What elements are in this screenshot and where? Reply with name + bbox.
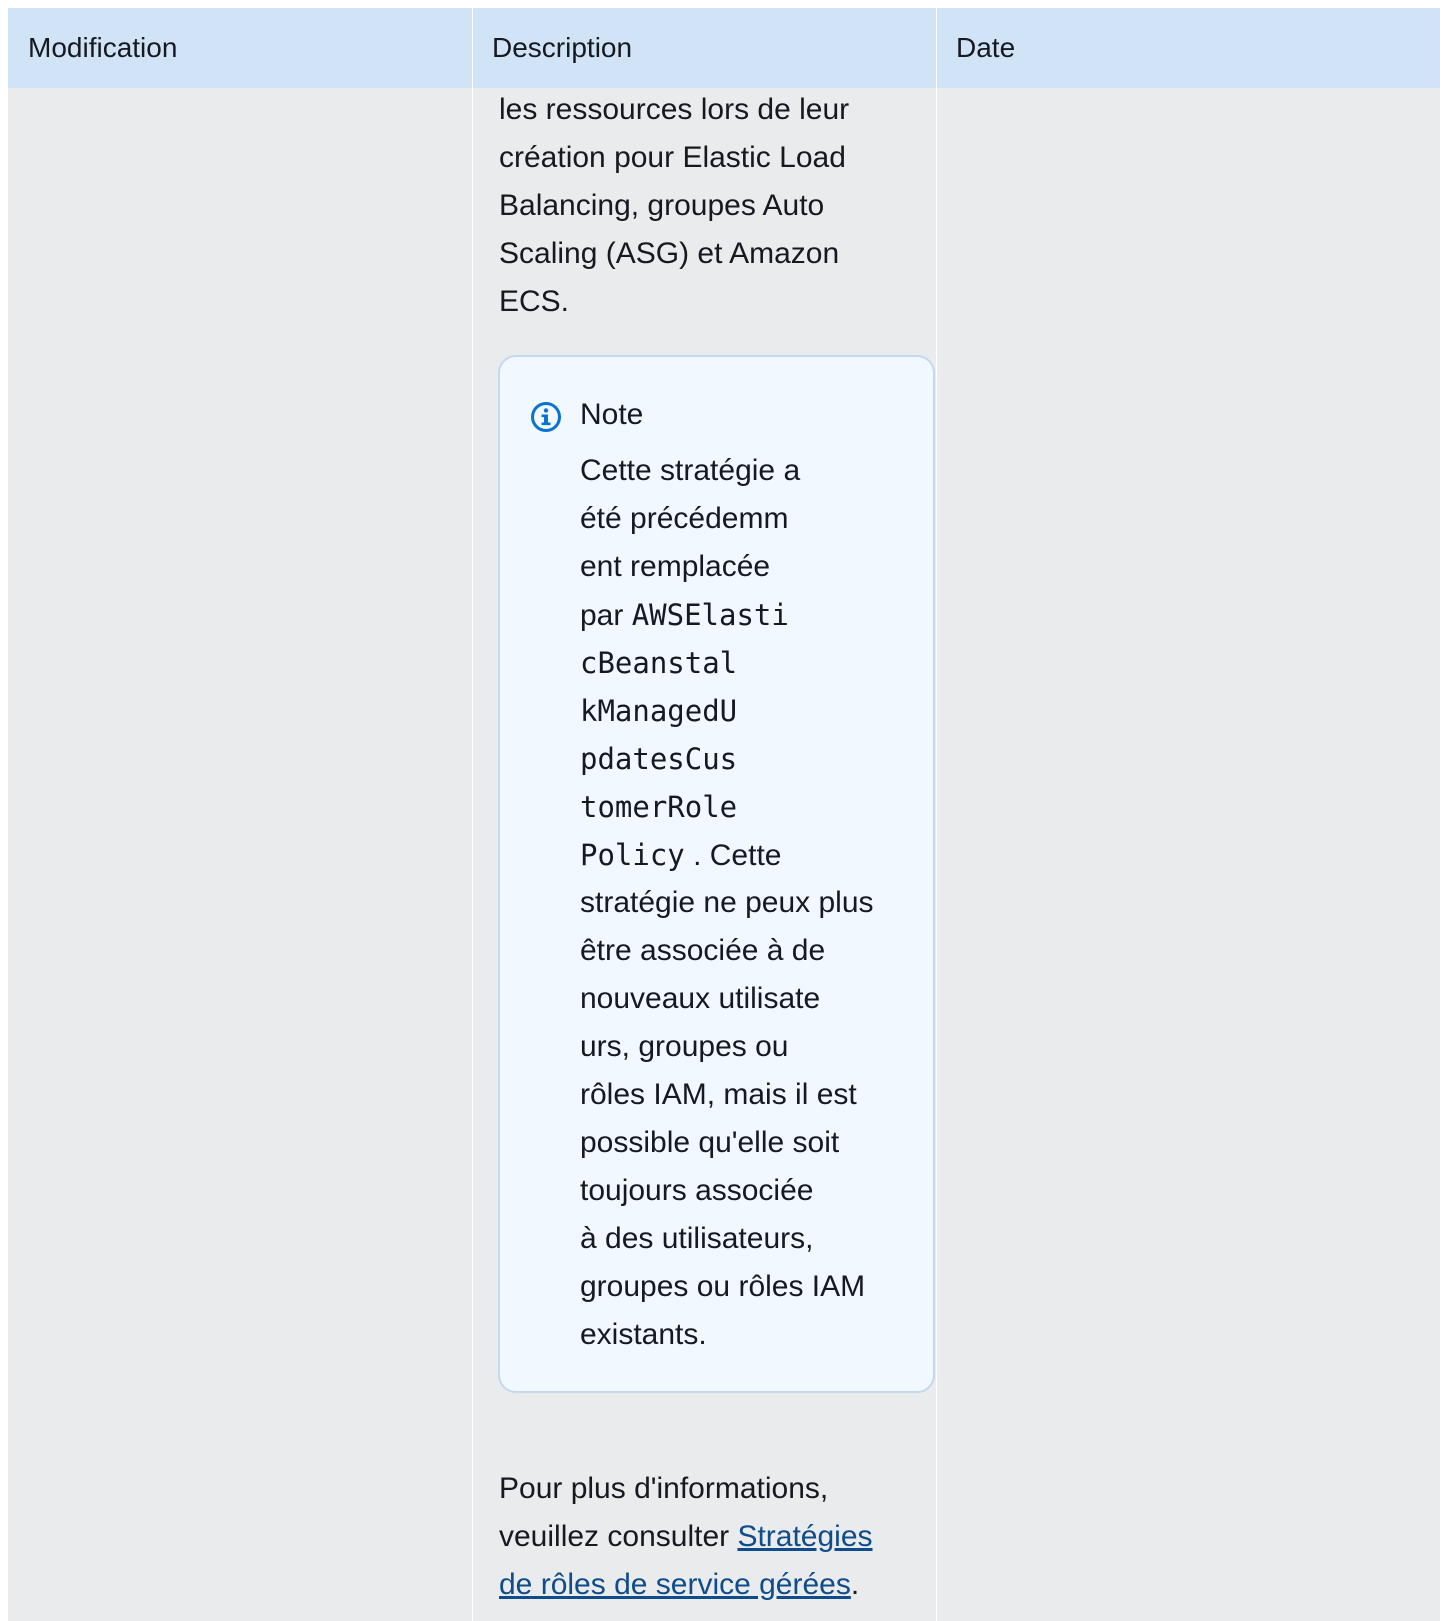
note-line: existants. (580, 1318, 707, 1351)
note-line: possible qu'elle soit (580, 1126, 840, 1159)
info-icon (531, 402, 561, 432)
header-modification: Modification (28, 32, 178, 63)
header-date: Date (956, 32, 1016, 63)
more-info-text: veuillez consulter (499, 1520, 738, 1553)
description-intro: les ressources lors de leur création pou… (499, 86, 899, 326)
policy-name-code: Policy (580, 838, 685, 872)
more-info-line: Pour plus d'informations, (499, 1472, 829, 1505)
column-divider (472, 8, 473, 1621)
note-line: par AWSElasti (580, 591, 910, 639)
note-line: rôles IAM, mais il est (580, 1078, 857, 1111)
note-text: par (580, 599, 632, 632)
note-line: Policy . Cette (580, 831, 910, 879)
note-line: ent remplacée (580, 550, 771, 583)
column-divider (936, 8, 937, 1621)
description-line: ECS. (499, 285, 570, 318)
policy-name-code: AWSElasti (631, 598, 789, 632)
note-line: toujours associée (580, 1174, 814, 1207)
table-header: Modification Description Date (8, 8, 1440, 88)
more-info-paragraph: Pour plus d'informations, veuillez consu… (499, 1465, 899, 1609)
note-text: . Cette (684, 839, 782, 872)
policy-name-code: cBeanstal (580, 646, 738, 680)
policy-name-code: kManagedU (580, 694, 738, 728)
description-line: Balancing, groupes Auto (499, 189, 825, 222)
note-body: Cette stratégie a été précédemm ent remp… (580, 447, 910, 1359)
header-description: Description (492, 32, 633, 63)
more-info-line: veuillez consulter Stratégies (499, 1513, 899, 1561)
managed-service-role-policies-link[interactable]: Stratégies (737, 1520, 872, 1553)
policy-name-code: tomerRole (580, 790, 738, 824)
note-line: nouveaux utilisate (580, 982, 821, 1015)
description-line: création pour Elastic Load (499, 141, 846, 174)
note-line: groupes ou rôles IAM (580, 1270, 866, 1303)
description-line: les ressources lors de leur (499, 93, 850, 126)
note-line: stratégie ne peux plus (580, 886, 874, 919)
description-line: Scaling (ASG) et Amazon (499, 237, 840, 270)
note-title: Note (580, 398, 644, 431)
note-line: urs, groupes ou (580, 1030, 789, 1063)
more-info-suffix: . (850, 1568, 860, 1601)
note-line: à des utilisateurs, (580, 1222, 814, 1255)
more-info-line: de rôles de service gérées. (499, 1561, 899, 1609)
note-line: été précédemm (580, 502, 789, 535)
note-line: être associée à de (580, 934, 826, 967)
note-line: Cette stratégie a (580, 454, 801, 487)
managed-service-role-policies-link[interactable]: de rôles de service gérées (499, 1568, 851, 1601)
note-box: Note Cette stratégie a été précédemm ent… (498, 355, 935, 1393)
policy-name-code: pdatesCus (580, 742, 738, 776)
